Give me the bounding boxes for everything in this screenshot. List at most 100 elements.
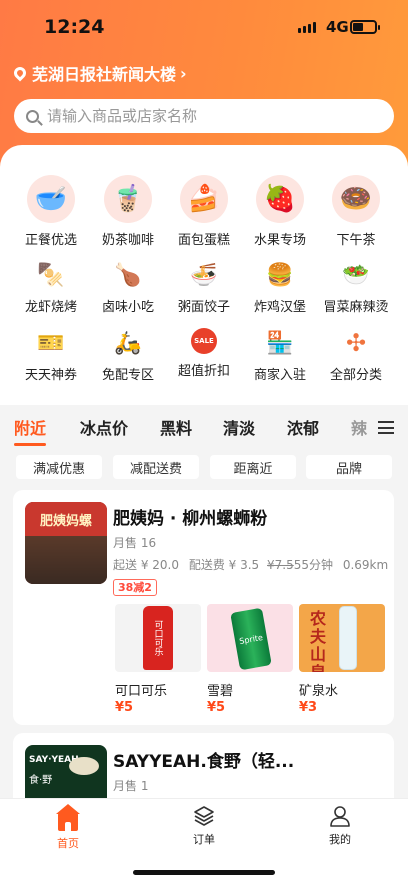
category-label: 粥面饺子 xyxy=(177,300,230,315)
bowl-icon: 🥣 xyxy=(27,175,75,223)
category-item[interactable]: 🍰 面包蛋糕 xyxy=(163,175,245,248)
category-item[interactable]: SALE 超值折扣 xyxy=(163,328,245,379)
tab-rich[interactable]: 浓郁 xyxy=(287,415,319,439)
category-label: 超值折扣 xyxy=(177,364,230,379)
product-item[interactable]: 农夫山泉 矿泉水 ¥3 xyxy=(299,604,385,715)
category-item[interactable]: 🍓 水果专场 xyxy=(239,175,321,248)
category-label: 水果专场 xyxy=(253,233,306,248)
product-name: 可口可乐 xyxy=(115,684,168,699)
cake-icon: 🍰 xyxy=(180,175,228,223)
profile-icon xyxy=(330,806,350,827)
network-label: 4G xyxy=(326,18,349,36)
nav-orders[interactable]: 订单 xyxy=(174,805,234,847)
strawberry-icon: 🍓 xyxy=(256,175,304,223)
category-item[interactable]: 🏪 商家入驻 xyxy=(239,328,321,384)
category-label: 商家入驻 xyxy=(253,368,306,383)
status-time: 12:24 xyxy=(44,16,105,38)
category-label: 卤味小吃 xyxy=(101,300,154,315)
nav-profile[interactable]: 我的 xyxy=(310,805,370,847)
category-item[interactable]: 🛵 免配专区 xyxy=(87,328,169,384)
nav-home[interactable]: 首页 xyxy=(38,804,98,851)
sale-badge-icon: SALE xyxy=(191,328,217,354)
delivery-time: 55分钟 xyxy=(293,558,333,572)
product-image: 农夫山泉 xyxy=(299,604,385,672)
shop-name: 肥姨妈 · 柳州螺蛳粉 xyxy=(113,509,268,529)
chip-distance[interactable]: 距离近 xyxy=(210,455,296,479)
nav-label: 首页 xyxy=(57,837,79,850)
distance: 0.69km xyxy=(342,558,389,572)
product-item[interactable]: 可口可乐 可口可乐 ¥5 xyxy=(115,604,201,715)
product-image: 可口可乐 xyxy=(115,604,201,672)
min-order: 起送 ¥ 20.0 xyxy=(113,558,179,572)
category-label: 天天神券 xyxy=(24,368,77,383)
shop-image: 肥姨妈螺 xyxy=(25,502,107,584)
chip-discount[interactable]: 满减优惠 xyxy=(16,455,102,479)
shop-name: SAYYEAH.食野（轻... xyxy=(113,752,295,772)
category-item[interactable]: ✣ 全部分类 xyxy=(315,328,397,383)
status-bar: 12:24 4G xyxy=(0,14,408,42)
category-label: 下午茶 xyxy=(336,233,376,248)
courier-icon: 🛵 xyxy=(114,330,142,356)
burger-icon: 🍔 xyxy=(266,262,294,288)
product-price: ¥5 xyxy=(207,700,226,715)
category-label: 全部分类 xyxy=(329,368,382,383)
chip-brand[interactable]: 品牌 xyxy=(306,455,392,479)
all-categories-icon: ✣ xyxy=(345,329,367,357)
product-price: ¥3 xyxy=(299,700,318,715)
tab-lowest-price[interactable]: 冰点价 xyxy=(80,415,128,439)
signal-icon xyxy=(298,22,316,33)
storefront-icon: 🏪 xyxy=(266,330,294,356)
shop-feed: 附近 冰点价 黑料 清淡 浓郁 辣 满减优惠 减配送费 距离近 品牌 肥姨妈螺 … xyxy=(0,405,408,823)
menu-icon[interactable] xyxy=(378,421,394,434)
nav-label: 我的 xyxy=(329,833,351,846)
category-label: 炸鸡汉堡 xyxy=(253,300,306,315)
category-item[interactable]: 🍔 炸鸡汉堡 xyxy=(239,260,321,316)
monthly-sales: 月售 16 xyxy=(113,536,157,550)
orders-icon xyxy=(194,806,214,826)
battery-icon xyxy=(350,20,380,34)
product-name: 雪碧 xyxy=(207,684,234,699)
chevron-right-icon: › xyxy=(180,63,187,83)
tab-light[interactable]: 清淡 xyxy=(223,415,255,439)
category-label: 冒菜麻辣烫 xyxy=(323,300,389,315)
home-icon xyxy=(56,804,80,831)
noodle-bowl-icon: 🍜 xyxy=(190,262,218,288)
category-label: 面包蛋糕 xyxy=(177,233,230,248)
milk-tea-icon: 🧋 xyxy=(104,175,152,223)
coupon-icon: 🎫 xyxy=(37,330,65,356)
category-grid: 🥣 正餐优选 🧋 奶茶咖啡 🍰 面包蛋糕 🍓 水果专场 🍩 下午茶 🍢 龙虾烧烤… xyxy=(0,145,408,405)
category-item[interactable]: 🥣 正餐优选 xyxy=(10,175,92,248)
product-item[interactable]: Sprite 雪碧 ¥5 xyxy=(207,604,293,715)
delivery-meta: 起送 ¥ 20.0 配送费 ¥ 3.5 ¥7.555分钟 0.69km xyxy=(113,556,388,573)
tab-spicy[interactable]: 辣 xyxy=(351,415,367,439)
category-item[interactable]: 🍜 粥面饺子 xyxy=(163,260,245,316)
category-item[interactable]: 🧋 奶茶咖啡 xyxy=(87,175,169,248)
location-pin-icon xyxy=(11,64,29,82)
category-label: 正餐优选 xyxy=(24,233,77,248)
original-delivery-fee: ¥7.5 xyxy=(267,558,294,572)
category-item[interactable]: 🥗 冒菜麻辣烫 xyxy=(315,260,397,316)
chip-reduced-delivery[interactable]: 减配送费 xyxy=(113,455,199,479)
tab-black-material[interactable]: 黑料 xyxy=(160,415,192,439)
drumstick-icon: 🍗 xyxy=(114,262,142,288)
tab-nearby[interactable]: 附近 xyxy=(14,415,47,446)
product-image: Sprite xyxy=(207,604,293,672)
hotpot-bowl-icon: 🥗 xyxy=(342,262,370,288)
category-item[interactable]: 🍗 卤味小吃 xyxy=(87,260,169,316)
search-input[interactable] xyxy=(47,107,367,125)
category-label: 龙虾烧烤 xyxy=(24,300,77,315)
category-item[interactable]: 🍩 下午茶 xyxy=(315,175,397,248)
category-label: 免配专区 xyxy=(101,368,154,383)
shop-sign: 肥姨妈螺 xyxy=(25,502,107,536)
nav-label: 订单 xyxy=(193,833,215,846)
location-selector[interactable]: 芜湖日报社新闻大楼 › xyxy=(11,61,187,85)
shop-card[interactable]: 肥姨妈螺 肥姨妈 · 柳州螺蛳粉 月售 16 起送 ¥ 20.0 配送费 ¥ 3… xyxy=(13,490,394,725)
promo-badge: 38减2 xyxy=(113,579,157,596)
search-bar[interactable] xyxy=(14,99,394,133)
product-price: ¥5 xyxy=(115,700,134,715)
category-item[interactable]: 🎫 天天神券 xyxy=(10,328,92,384)
delivery-fee: 配送费 ¥ 3.5 xyxy=(188,558,260,572)
location-name: 芜湖日报社新闻大楼 xyxy=(32,65,177,84)
category-item[interactable]: 🍢 龙虾烧烤 xyxy=(10,260,92,316)
donut-icon: 🍩 xyxy=(332,175,380,223)
